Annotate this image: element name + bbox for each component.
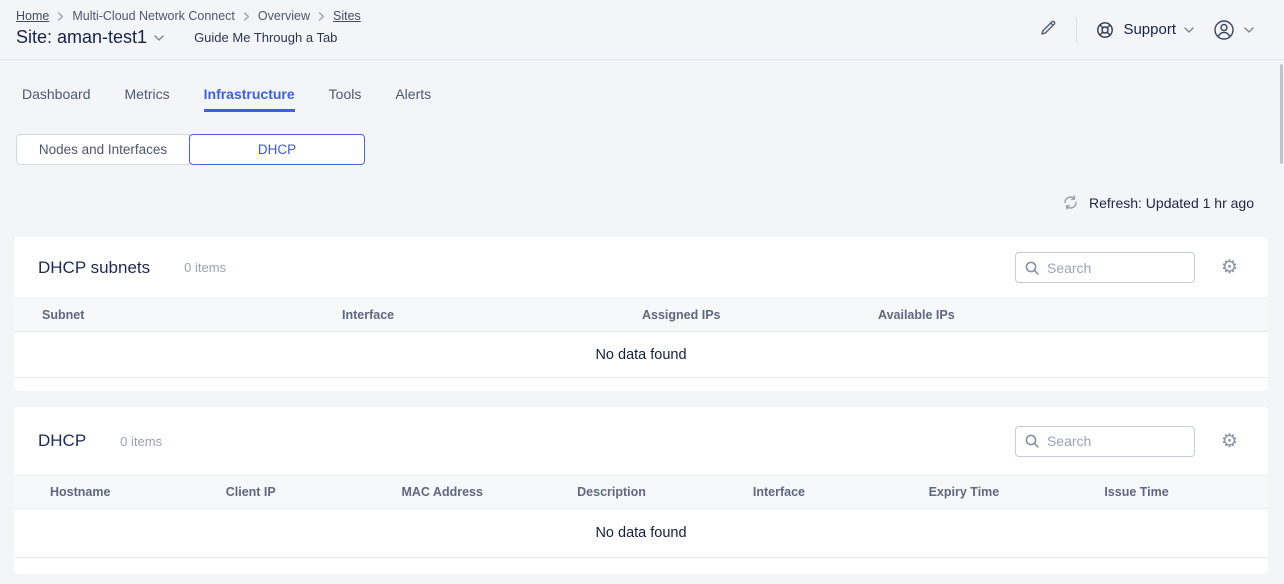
refresh-icon [1062,194,1079,211]
search-icon [1024,260,1040,276]
table-header-row: Subnet Interface Assigned IPs Available … [14,298,1268,332]
breadcrumb-overview: Overview [258,9,310,23]
top-header-left: Home Multi-Cloud Network Connect Overvie… [16,0,361,59]
refresh-control[interactable]: Refresh: Updated 1 hr ago [0,194,1254,211]
subtab-dhcp[interactable]: DHCP [189,134,365,165]
card-header: DHCP subnets 0 items ⚙ [14,237,1268,298]
guide-me-link[interactable]: Guide Me Through a Tab [194,30,337,45]
gear-icon[interactable]: ⚙ [1221,258,1238,277]
chevron-right-icon [243,12,250,21]
column-header-description: Description [565,485,741,499]
breadcrumb-sites[interactable]: Sites [333,9,361,23]
search-box [1015,426,1195,457]
refresh-label: Refresh: Updated 1 hr ago [1089,195,1254,211]
tab-tools[interactable]: Tools [329,86,362,112]
scrollbar[interactable] [1280,64,1283,164]
title-row: Site: aman-test1 Guide Me Through a Tab [16,27,361,48]
top-header-right: Support [1038,0,1254,59]
subtab-nodes-and-interfaces[interactable]: Nodes and Interfaces [16,134,190,165]
column-header-client-ip: Client IP [214,485,390,499]
column-header-expiry-time: Expiry Time [917,485,1093,499]
tab-metrics[interactable]: Metrics [125,86,170,112]
card-actions: ⚙ [1015,252,1238,283]
user-avatar-icon [1212,18,1236,42]
search-input[interactable] [1047,433,1186,449]
breadcrumb: Home Multi-Cloud Network Connect Overvie… [16,9,361,23]
table-header-row: Hostname Client IP MAC Address Descripti… [14,475,1268,509]
search-icon [1024,433,1040,449]
dhcp-subnets-card: DHCP subnets 0 items ⚙ Subnet Interface … [14,237,1268,391]
page-title: Site: aman-test1 [16,27,147,48]
chevron-down-icon [1184,27,1194,33]
support-label: Support [1123,21,1176,38]
empty-state: No data found [14,509,1268,558]
tab-dashboard[interactable]: Dashboard [22,86,91,112]
empty-state-text: No data found [595,525,686,541]
column-header-available-ips: Available IPs [866,308,1268,322]
header-divider [1076,17,1077,43]
edit-pencil-button[interactable] [1038,18,1058,41]
column-header-interface: Interface [330,308,630,322]
chevron-right-icon [318,12,325,21]
tab-infrastructure[interactable]: Infrastructure [204,86,295,112]
dhcp-card: DHCP 0 items ⚙ Hostname Client IP MAC Ad… [14,407,1268,574]
card-header: DHCP 0 items ⚙ [14,407,1268,475]
subtab-group: Nodes and Interfaces DHCP [16,134,1284,165]
card-title: DHCP [38,431,86,451]
column-header-assigned-ips: Assigned IPs [630,308,866,322]
top-header: Home Multi-Cloud Network Connect Overvie… [0,0,1284,60]
column-header-mac-address: MAC Address [389,485,565,499]
empty-state-text: No data found [595,347,686,363]
tab-alerts[interactable]: Alerts [395,86,431,112]
gear-icon[interactable]: ⚙ [1221,432,1238,451]
column-header-subnet: Subnet [14,308,330,322]
page: { "header": { "breadcrumb": ["Home", "Mu… [0,0,1284,584]
card-footer [14,558,1268,574]
column-header-issue-time: Issue Time [1092,485,1268,499]
chevron-right-icon [57,12,64,21]
column-header-interface: Interface [741,485,917,499]
items-count-badge: 0 items [184,260,226,275]
search-box [1015,252,1195,283]
life-buoy-icon [1095,20,1115,40]
card-title: DHCP subnets [38,258,150,278]
account-menu-button[interactable] [1212,18,1254,42]
column-header-hostname: Hostname [14,485,214,499]
breadcrumb-multi-cloud-network-connect: Multi-Cloud Network Connect [72,9,235,23]
tab-bar: Dashboard Metrics Infrastructure Tools A… [0,60,1284,112]
empty-state: No data found [14,332,1268,378]
breadcrumb-home[interactable]: Home [16,9,49,23]
chevron-down-icon[interactable] [154,35,164,41]
card-actions: ⚙ [1015,426,1238,457]
card-footer [14,378,1268,391]
search-input[interactable] [1047,260,1186,276]
chevron-down-icon [1244,27,1254,33]
pencil-icon [1038,18,1058,41]
support-menu-button[interactable]: Support [1095,20,1194,40]
items-count-badge: 0 items [120,434,162,449]
